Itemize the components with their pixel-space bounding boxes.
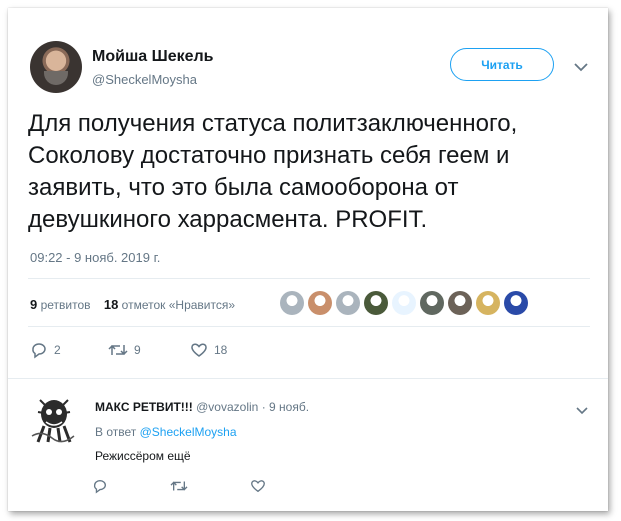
- reply-author-avatar[interactable]: [30, 392, 76, 444]
- reply-to-line: В ответ @SheckelMoysha: [95, 425, 237, 439]
- tweet-timestamp[interactable]: 09:22 - 9 нояб. 2019 г.: [30, 250, 160, 265]
- reply-icon: [93, 480, 106, 494]
- caret-down-icon[interactable]: [576, 406, 588, 415]
- reply-like-action[interactable]: [250, 478, 266, 494]
- divider: [28, 278, 590, 279]
- liker-avatar[interactable]: [504, 291, 528, 315]
- author-handle[interactable]: @SheckelMoysha: [92, 72, 197, 87]
- tweet-card: Мойша Шекель @SheckelMoysha Читать Для п…: [8, 8, 608, 511]
- like-count: 18: [214, 343, 228, 357]
- retweet-count: 9: [134, 343, 141, 357]
- liker-avatar[interactable]: [476, 291, 500, 315]
- divider: [8, 378, 608, 379]
- author-name[interactable]: Мойша Шекель: [92, 48, 214, 66]
- reply-to-mention[interactable]: @SheckelMoysha: [140, 425, 237, 439]
- reply-reply-action[interactable]: [92, 478, 108, 494]
- divider: [28, 326, 590, 327]
- follow-button[interactable]: Читать: [450, 48, 554, 81]
- retweet-icon: [170, 481, 188, 491]
- reply-time[interactable]: · 9 нояб.: [262, 400, 309, 414]
- reply-text: Режиссёром ещё: [95, 449, 191, 463]
- like-action[interactable]: 18: [190, 341, 227, 359]
- liker-avatar[interactable]: [448, 291, 472, 315]
- reply-to-prefix: В ответ: [95, 425, 137, 439]
- retweets-stat[interactable]: 9 ретвитов: [30, 297, 91, 312]
- reply-icon: [32, 343, 46, 359]
- liker-avatar[interactable]: [308, 291, 332, 315]
- liker-avatars: [280, 291, 528, 317]
- likes-label: отметок «Нравится»: [121, 298, 236, 312]
- likes-count: 18: [103, 297, 119, 312]
- reply-header: МАКС РЕТВИТ!!! @vovazolin · 9 нояб.: [95, 400, 309, 414]
- retweet-action[interactable]: 9: [108, 341, 141, 359]
- liker-avatar[interactable]: [280, 291, 304, 315]
- reply-author-handle[interactable]: @vovazolin: [196, 400, 258, 414]
- heart-icon: [251, 480, 265, 493]
- liker-avatar[interactable]: [420, 291, 444, 315]
- retweets-count: 9: [30, 297, 38, 312]
- likes-stat[interactable]: 18 отметок «Нравится»: [103, 297, 236, 312]
- reply-action[interactable]: 2: [30, 341, 61, 359]
- liker-avatar[interactable]: [336, 291, 360, 315]
- heart-icon: [191, 343, 207, 357]
- liker-avatar[interactable]: [364, 291, 388, 315]
- caret-down-icon[interactable]: [574, 62, 588, 72]
- reply-author-name[interactable]: МАКС РЕТВИТ!!!: [95, 400, 193, 414]
- retweet-icon: [108, 344, 128, 356]
- engagement-stats: 9 ретвитов 18 отметок «Нравится»: [30, 297, 235, 312]
- tweet-text: Для получения статуса политзаключенного,…: [28, 110, 518, 233]
- reply-count: 2: [54, 343, 61, 357]
- retweets-label: ретвитов: [40, 298, 91, 312]
- author-avatar[interactable]: [30, 41, 82, 93]
- reply-retweet-action[interactable]: [170, 478, 188, 494]
- liker-avatar[interactable]: [392, 291, 416, 315]
